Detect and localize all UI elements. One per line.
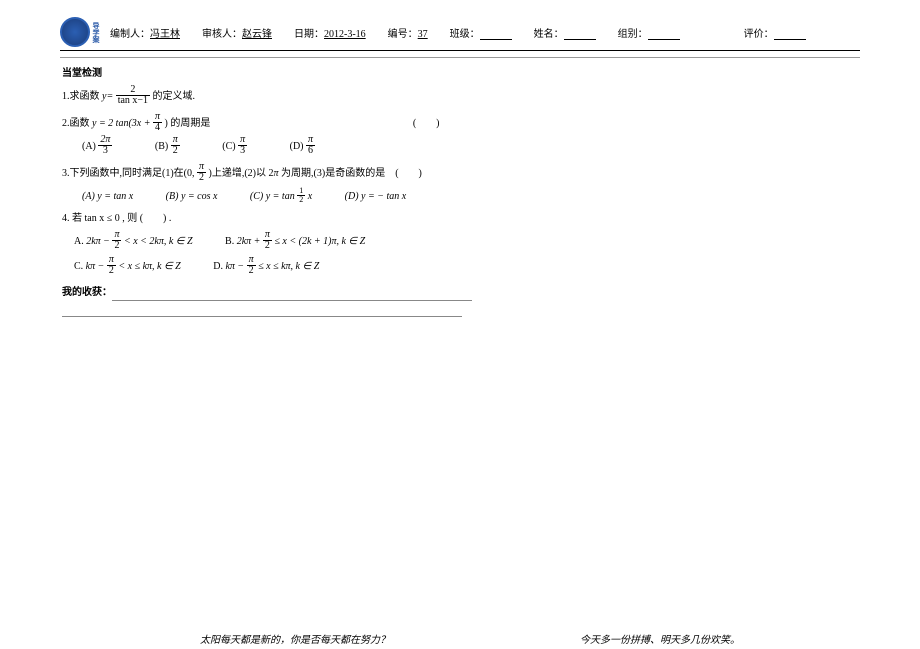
reviewer-value: 赵云锋 — [242, 29, 272, 40]
group-field: 组别： — [618, 25, 680, 40]
date-field: 日期：2012-3-16 — [294, 25, 366, 40]
q2-opt-d: (D) π6 — [290, 136, 315, 157]
q4-opt-c: C. kπ − π2 < x ≤ kπ, k ∈ Z — [74, 256, 181, 277]
q3-options: (A) y = tan x (B) y = cos x (C) y = tan … — [82, 188, 858, 205]
q3-opt-b: (B) y = cos x — [166, 189, 218, 205]
question-4: 4. 若 tan x ≤ 0 , 则 ( ) . A. 2kπ − π2 < x… — [62, 211, 858, 277]
q2-paren: ( ) — [413, 118, 440, 129]
q2-opt-b: (B) π2 — [155, 136, 180, 157]
q1-yeq: y= — [102, 91, 113, 102]
group-label: 组别： — [618, 29, 648, 40]
q3-frac: π2 — [197, 162, 206, 183]
q3-opt-d: (D) y = − tan x — [345, 189, 407, 205]
q4-opt-d: D. kπ − π2 ≤ x ≤ kπ, k ∈ Z — [213, 256, 319, 277]
q4-opt-a: A. 2kπ − π2 < x < 2kπ, k ∈ Z — [74, 231, 193, 252]
q4-options-row2: C. kπ − π2 < x ≤ kπ, k ∈ Z D. kπ − π2 ≤ … — [74, 256, 858, 277]
q3-opt-a: (A) y = tan x — [82, 189, 133, 205]
eval-label: 评价： — [744, 29, 774, 40]
serial-label: 编号： — [388, 29, 418, 40]
serial-value: 37 — [418, 29, 428, 40]
header-fields: 编制人：冯王林 审核人：赵云锋 日期：2012-3-16 编号：37 班级： 姓… — [110, 25, 860, 40]
name-label: 姓名： — [534, 29, 564, 40]
my-collection-label: 我的收获： — [62, 285, 858, 301]
footer-left: 太阳每天都是新的，你是否每天都在努力？ — [200, 631, 390, 646]
q2-inner-frac: π 4 — [153, 112, 162, 133]
logo-circle-icon — [60, 17, 90, 47]
class-field: 班级： — [450, 25, 512, 40]
q3-text-c: 为周期,(3)是奇函数的是 ( ) — [279, 168, 422, 179]
q1-den: tan x−1 — [116, 96, 150, 106]
date-value: 2012-3-16 — [324, 29, 366, 40]
q2-options: (A) 2π3 (B) π2 (C) π3 (D) π6 — [82, 136, 858, 157]
footer-right: 今天多一份拼搏、明天多几份欢笑。 — [580, 631, 740, 646]
document-header: 导学案 编制人：冯王林 审核人：赵云锋 日期：2012-3-16 编号：37 班… — [60, 12, 860, 51]
name-field: 姓名： — [534, 25, 596, 40]
class-label: 班级： — [450, 29, 480, 40]
compiler-label: 编制人： — [110, 29, 150, 40]
header-divider — [60, 57, 860, 58]
q2-text-a: 2.函数 — [62, 118, 92, 129]
question-3: 3.下列函数中,同时满足(1)在(0, π2 )上递增,(2)以 2π 为周期,… — [62, 163, 858, 205]
date-label: 日期： — [294, 29, 324, 40]
collection-line — [62, 303, 462, 317]
logo: 导学案 — [60, 16, 102, 48]
q2-opt-c: (C) π3 — [222, 136, 247, 157]
content-area: 当堂检测 1.求函数 y= 2 tan x−1 的定义域. 2.函数 y = 2… — [62, 66, 858, 317]
serial-field: 编号：37 — [388, 25, 428, 40]
q4-text: 4. 若 tan x ≤ 0 , 则 ( ) . — [62, 213, 171, 224]
eval-field: 评价： — [744, 25, 806, 40]
reviewer-field: 审核人：赵云锋 — [202, 25, 272, 40]
reviewer-label: 审核人： — [202, 29, 242, 40]
compiler-value: 冯王林 — [150, 29, 180, 40]
q4-opt-b: B. 2kπ + π2 ≤ x < (2k + 1)π, k ∈ Z — [225, 231, 365, 252]
q1-fraction: 2 tan x−1 — [116, 85, 150, 106]
q2-inner-den: 4 — [153, 123, 162, 133]
q2-expr-b: ) 的周期是 — [165, 118, 211, 129]
q3-opt-c: (C) y = tan 12 x — [250, 188, 312, 205]
question-1: 1.求函数 y= 2 tan x−1 的定义域. — [62, 86, 858, 107]
q1-suffix: 的定义域. — [153, 91, 196, 102]
section-title: 当堂检测 — [62, 66, 858, 82]
question-2: 2.函数 y = 2 tan(3x + π 4 ) 的周期是 ( ) (A) 2… — [62, 113, 858, 157]
q3-text-b: )上递增,(2)以 2 — [209, 168, 274, 179]
q2-expr-a: y = 2 tan(3x + — [92, 118, 153, 129]
q3-text-a: 3.下列函数中,同时满足(1)在(0, — [62, 168, 197, 179]
logo-side-text: 导学案 — [91, 22, 101, 43]
q2-opt-a: (A) 2π3 — [82, 136, 112, 157]
q1-prefix: 1.求函数 — [62, 91, 102, 102]
compiler-field: 编制人：冯王林 — [110, 25, 180, 40]
q4-options-row1: A. 2kπ − π2 < x < 2kπ, k ∈ Z B. 2kπ + π2… — [74, 231, 858, 252]
